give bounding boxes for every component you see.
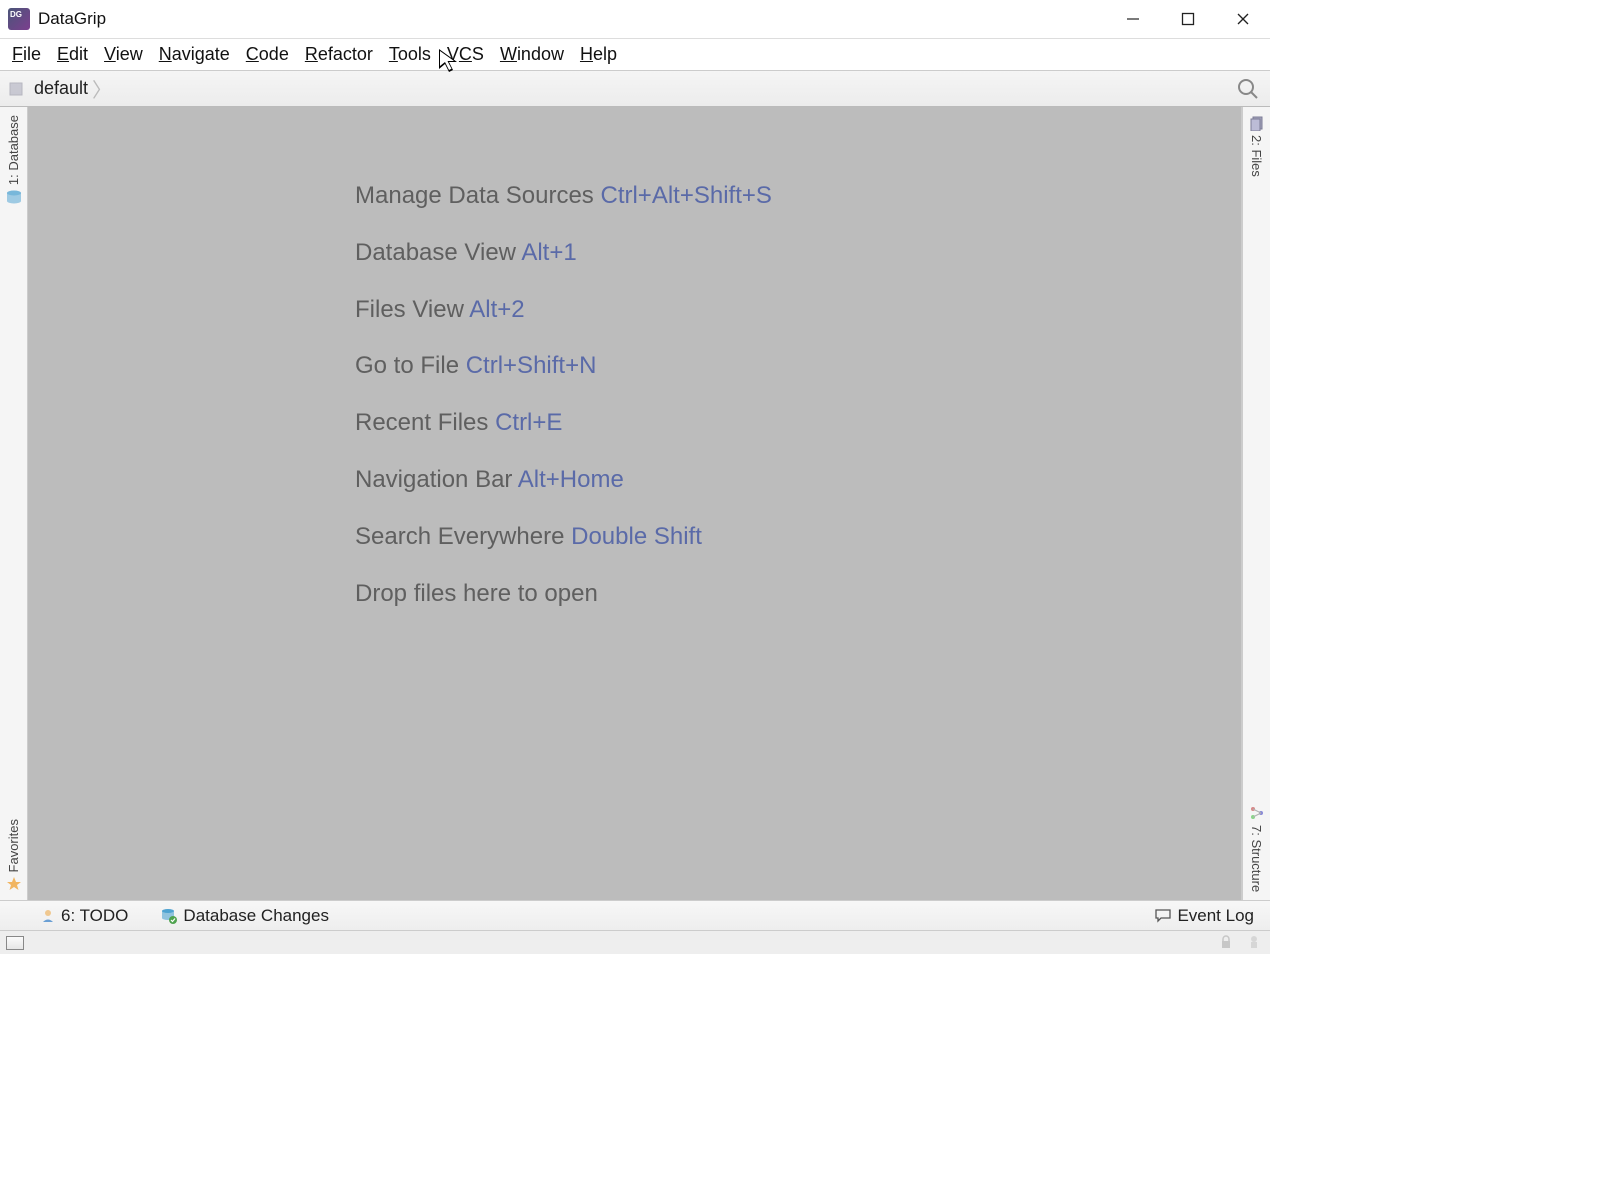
tip-row: Database View Alt+1 bbox=[355, 239, 772, 268]
app-icon bbox=[8, 8, 30, 30]
navbar: default 〉 bbox=[0, 71, 1270, 107]
menubar: File Edit View Navigate Code Refactor To… bbox=[0, 39, 1270, 71]
menu-view[interactable]: View bbox=[96, 42, 151, 67]
chevron-right-icon: 〉 bbox=[92, 74, 112, 103]
menu-vcs[interactable]: VCS bbox=[439, 42, 492, 67]
editor-area[interactable]: Manage Data Sources Ctrl+Alt+Shift+S Dat… bbox=[28, 107, 1242, 900]
tip-row: Manage Data Sources Ctrl+Alt+Shift+S bbox=[355, 182, 772, 211]
toolwindow-dbchanges[interactable]: Database Changes bbox=[156, 904, 333, 928]
bottom-toolbar: 6: TODO Database Changes Event Log bbox=[0, 900, 1270, 930]
project-icon bbox=[6, 78, 28, 100]
database-icon bbox=[5, 189, 23, 207]
toolwindow-favorites[interactable]: Favorites bbox=[4, 811, 24, 900]
star-icon bbox=[6, 876, 22, 892]
menu-edit[interactable]: Edit bbox=[49, 42, 96, 67]
breadcrumb[interactable]: default bbox=[34, 78, 88, 99]
menu-tools[interactable]: Tools bbox=[381, 42, 439, 67]
tip-row: Go to File Ctrl+Shift+N bbox=[355, 352, 772, 381]
menu-help[interactable]: Help bbox=[572, 42, 625, 67]
toolwindows-toggle[interactable] bbox=[6, 936, 24, 950]
left-tool-stripe: 1: Database Favorites bbox=[0, 107, 28, 900]
tip-row: Search Everywhere Double Shift bbox=[355, 523, 772, 552]
tip-row: Navigation Bar Alt+Home bbox=[355, 466, 772, 495]
menu-window[interactable]: Window bbox=[492, 42, 572, 67]
speech-bubble-icon bbox=[1154, 907, 1172, 925]
titlebar: DataGrip bbox=[0, 0, 1270, 39]
structure-icon bbox=[1249, 805, 1265, 821]
toolwindow-eventlog[interactable]: Event Log bbox=[1150, 904, 1258, 928]
menu-file[interactable]: File bbox=[4, 42, 49, 67]
toolwindow-database[interactable]: 1: Database bbox=[3, 107, 25, 215]
toolwindow-todo[interactable]: 6: TODO bbox=[36, 904, 132, 928]
inspector-icon[interactable] bbox=[1246, 934, 1264, 952]
toolwindow-files[interactable]: 2: Files bbox=[1247, 107, 1267, 185]
app-title: DataGrip bbox=[38, 9, 106, 29]
menu-refactor[interactable]: Refactor bbox=[297, 42, 381, 67]
minimize-button[interactable] bbox=[1105, 0, 1160, 39]
todo-icon bbox=[40, 908, 56, 924]
tip-row: Recent Files Ctrl+E bbox=[355, 409, 772, 438]
toolwindow-structure[interactable]: 7: Structure bbox=[1247, 797, 1267, 900]
maximize-button[interactable] bbox=[1160, 0, 1215, 39]
tip-row: Drop files here to open bbox=[355, 580, 772, 609]
welcome-tips: Manage Data Sources Ctrl+Alt+Shift+S Dat… bbox=[355, 182, 772, 636]
statusbar bbox=[0, 930, 1270, 954]
search-button[interactable] bbox=[1234, 75, 1262, 103]
menu-navigate[interactable]: Navigate bbox=[151, 42, 238, 67]
menu-code[interactable]: Code bbox=[238, 42, 297, 67]
right-tool-stripe: 2: Files 7: Structure bbox=[1242, 107, 1270, 900]
files-icon bbox=[1249, 115, 1265, 131]
tip-row: Files View Alt+2 bbox=[355, 296, 772, 325]
lock-icon[interactable] bbox=[1218, 934, 1236, 952]
close-button[interactable] bbox=[1215, 0, 1270, 39]
database-changes-icon bbox=[160, 907, 178, 925]
